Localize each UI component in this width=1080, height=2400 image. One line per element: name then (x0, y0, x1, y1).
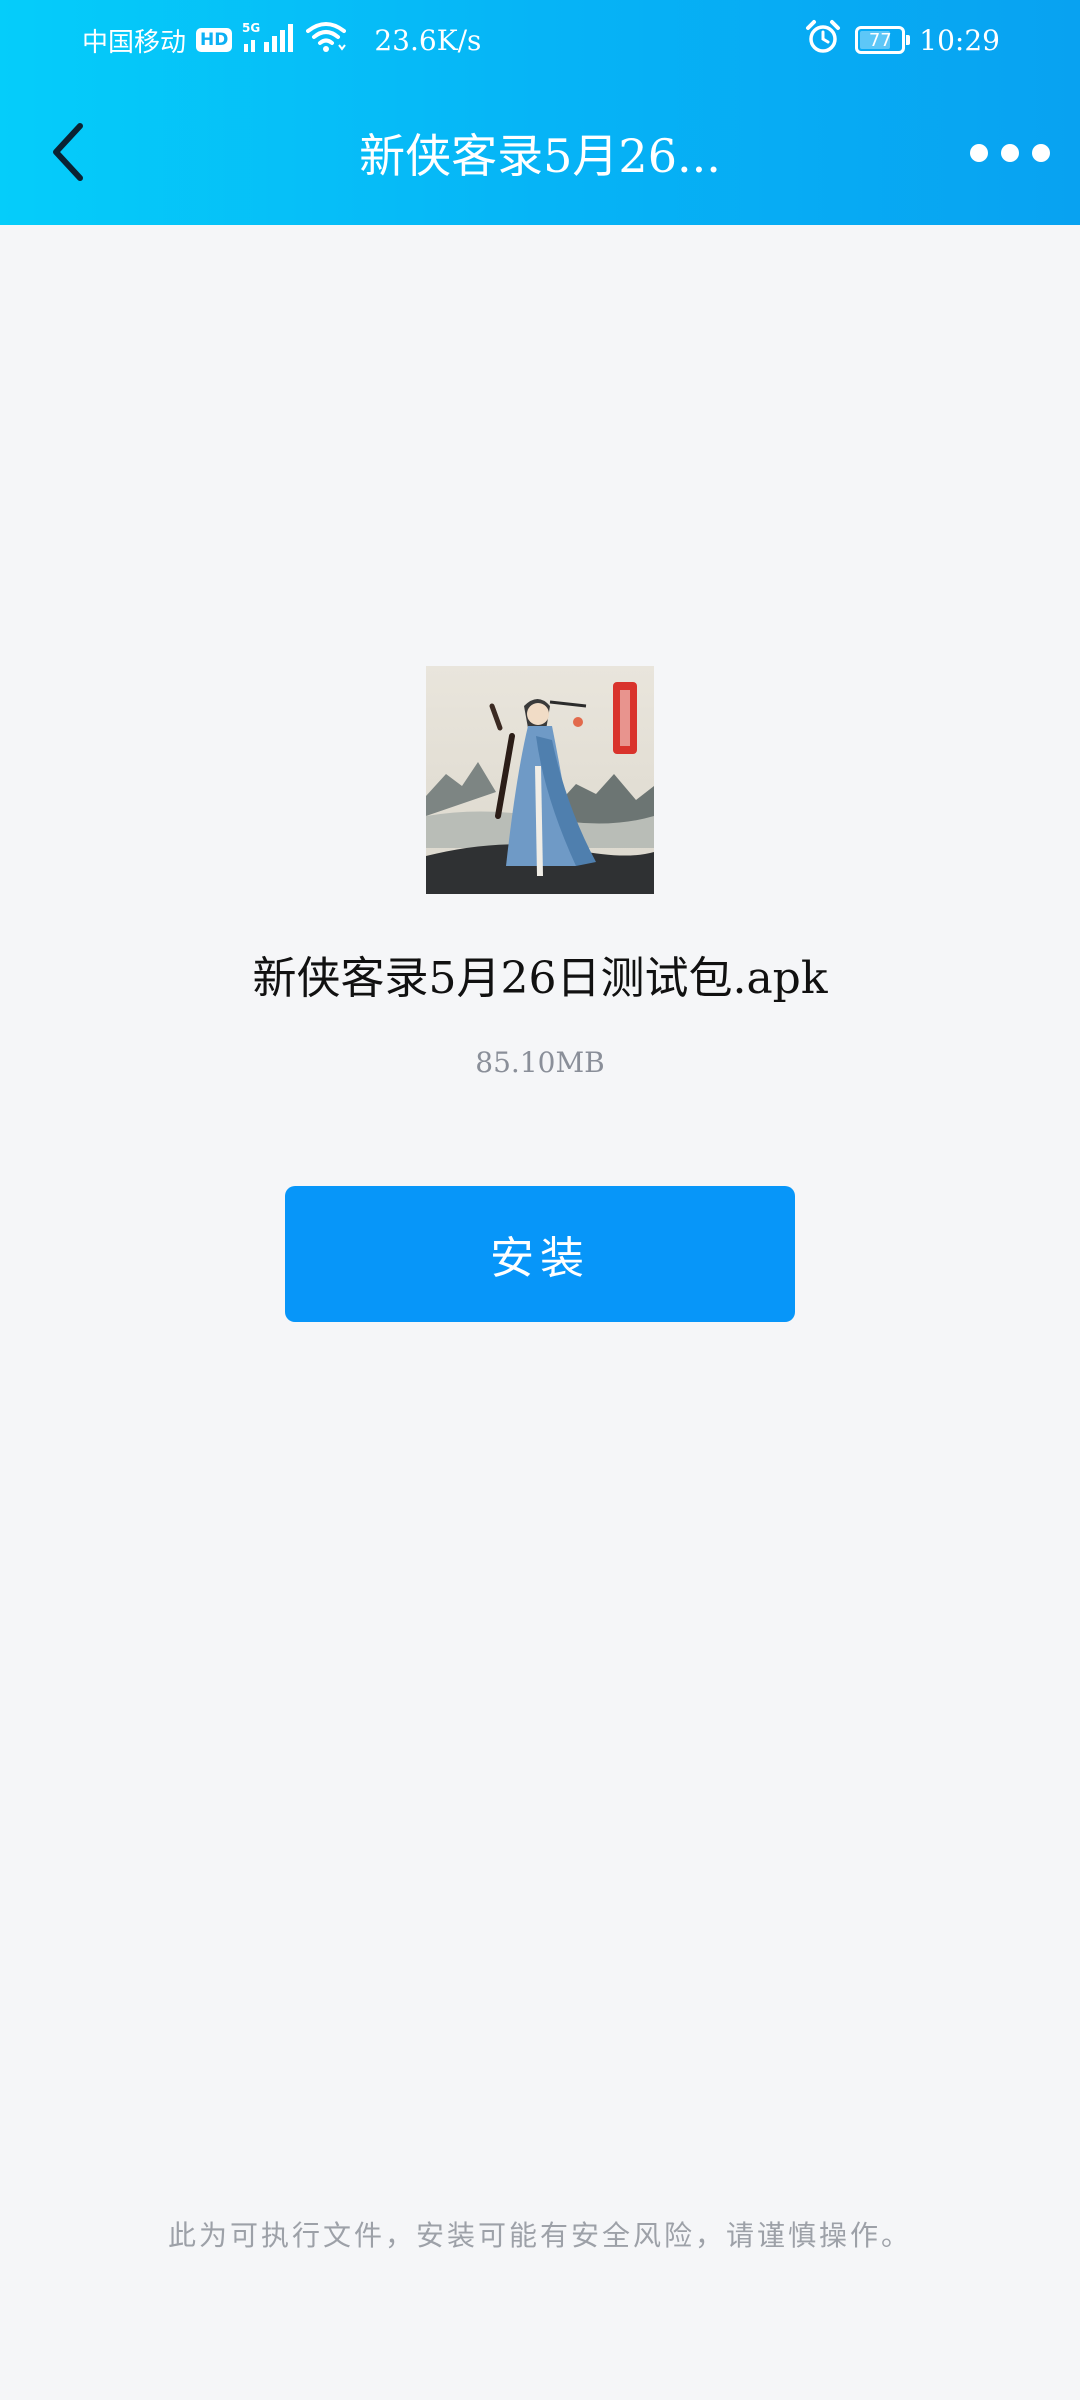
status-bar: 中国移动 HD 5G 23.6K/s 77 10:29 (0, 0, 1080, 80)
install-button[interactable]: 安装 (285, 1186, 795, 1322)
header: 中国移动 HD 5G 23.6K/s 77 10:29 新侠客录5月26... (0, 0, 1080, 225)
status-left: 中国移动 HD 5G 23.6K/s (82, 16, 481, 64)
clock: 10:29 (919, 23, 1000, 57)
more-dots-icon (970, 144, 988, 162)
signal-bars-icon: 5G (242, 20, 296, 61)
status-right: 77 10:29 (805, 16, 1000, 64)
security-warning: 此为可执行文件，安装可能有安全风险，请谨慎操作。 (167, 2219, 912, 2252)
more-button[interactable] (970, 128, 1050, 178)
net-speed: 23.6K/s (374, 23, 482, 57)
carrier-label: 中国移动 (82, 27, 187, 58)
hd-badge: HD (196, 28, 233, 52)
nav-bar: 新侠客录5月26... (0, 80, 1080, 225)
back-button[interactable] (40, 112, 96, 192)
alarm-icon (805, 19, 841, 62)
app-icon (426, 666, 654, 894)
file-name: 新侠客录5月26日测试包.apk (252, 953, 828, 1004)
wifi-icon (306, 21, 347, 60)
chevron-left-icon (53, 123, 83, 181)
file-size: 85.10MB (475, 1046, 605, 1079)
battery-icon: 77 (855, 26, 911, 54)
network-type-label: 5G (242, 21, 260, 35)
more-dot (1032, 144, 1050, 162)
page-title: 新侠客录5月26... (359, 129, 721, 183)
battery-level: 77 (868, 29, 892, 51)
more-dot (1001, 144, 1019, 162)
